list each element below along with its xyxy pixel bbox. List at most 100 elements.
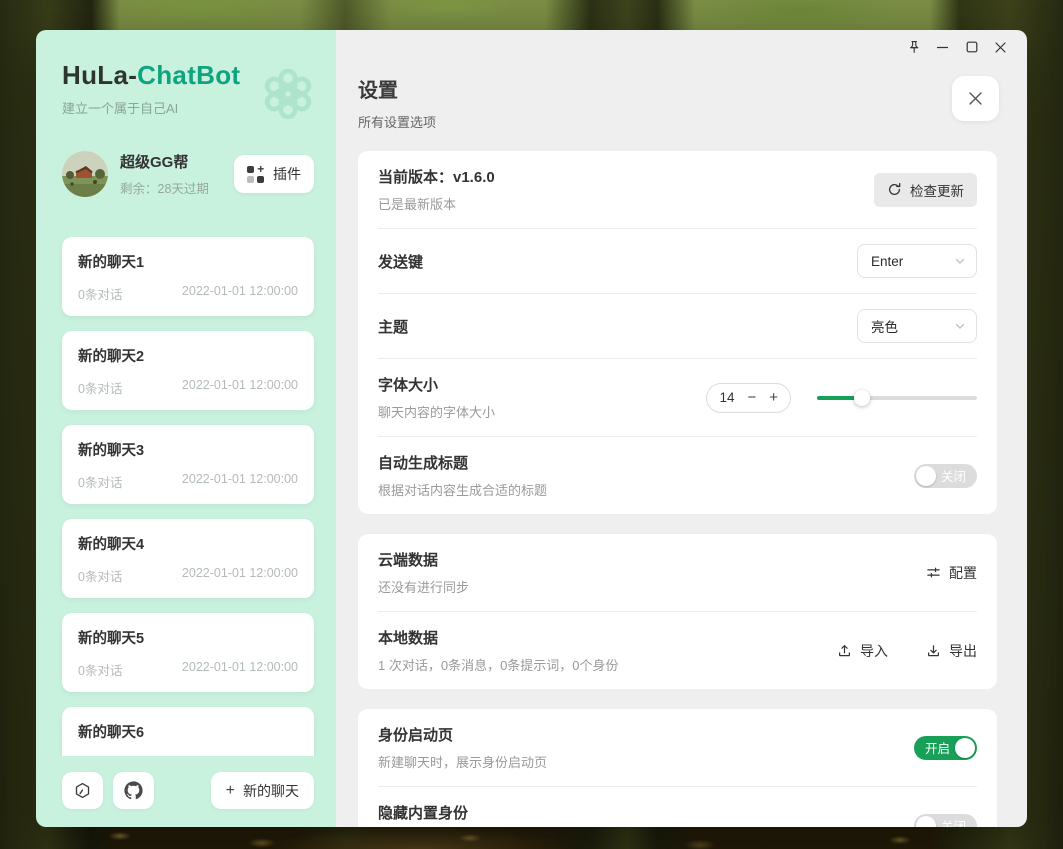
chat-count: 0条对话 [78,660,122,679]
new-chat-button[interactable]: + 新的聊天 [211,772,314,809]
cloud-config-button[interactable]: 配置 [926,563,977,583]
chat-title: 新的聊天2 [78,345,298,366]
row-cloud-data: 云端数据 还没有进行同步 配置 [378,534,977,611]
row-send-key: 发送键 Enter [378,228,977,293]
local-data-title: 本地数据 [378,627,619,648]
auto-title-toggle[interactable]: 关闭 [914,464,977,488]
chat-list-item[interactable]: 新的聊天4 0条对话 2022-01-01 12:00:00 [62,519,314,598]
cloud-config-label: 配置 [949,563,977,583]
settings-card-general: 当前版本：v1.6.0 已是最新版本 检查更新 发送键 Enter [358,151,997,514]
toggle-handle [916,816,936,828]
chat-count: 0条对话 [78,566,122,585]
chat-title: 新的聊天1 [78,251,298,272]
send-key-value: Enter [871,254,903,269]
sidebar-header: HuLa-ChatBot 建立一个属于自己AI [36,30,336,117]
check-update-label: 检查更新 [910,180,964,200]
maximize-icon [966,41,978,53]
chat-time: 2022-01-01 12:00:00 [182,472,298,491]
app-title-accent: ChatBot [137,60,240,90]
toggle-handle [955,738,975,758]
row-hide-builtin: 隐藏内置身份 在所有身份列表中隐藏内置身份 关闭 [378,786,977,827]
font-size-decrease-button[interactable]: − [747,390,756,405]
theme-value: 亮色 [871,316,898,336]
sidebar: HuLa-ChatBot 建立一个属于自己AI [36,30,336,827]
font-size-subtitle: 聊天内容的字体大小 [378,402,495,421]
export-button[interactable]: 导出 [926,641,977,661]
theme-select[interactable]: 亮色 [857,309,977,343]
chat-list-item[interactable]: 新的聊天2 0条对话 2022-01-01 12:00:00 [62,331,314,410]
close-icon [994,41,1007,54]
download-icon [926,643,941,658]
tune-icon [926,565,941,580]
openai-logo-icon [260,66,316,122]
theme-label: 主题 [378,316,408,337]
avatar[interactable] [62,151,108,197]
send-key-select[interactable]: Enter [857,244,977,278]
chat-count: 0条对话 [78,472,122,491]
app-window: HuLa-ChatBot 建立一个属于自己AI [36,30,1027,827]
user-profile: 超级GG帮 剩余：28天过期 + 插件 [62,151,314,197]
hexagon-slash-icon [73,781,92,800]
refresh-icon [887,182,902,197]
chat-list-item[interactable]: 新的聊天6 0条对话2022-01-01 12:00:00 [62,707,314,756]
chat-title: 新的聊天6 [78,721,298,742]
minimize-button[interactable] [928,33,957,61]
hide-builtin-toggle[interactable]: 关闭 [914,814,977,828]
font-size-slider[interactable] [817,396,977,400]
mask-splash-toggle[interactable]: 开启 [914,736,977,760]
plugin-button-label: 插件 [273,164,301,184]
new-chat-label: 新的聊天 [243,781,299,801]
chat-time: 2022-01-01 12:00:00 [182,566,298,585]
hide-builtin-title: 隐藏内置身份 [378,802,560,823]
settings-content: 当前版本：v1.6.0 已是最新版本 检查更新 发送键 Enter [336,149,1027,827]
window-close-button[interactable] [986,33,1015,61]
row-local-data: 本地数据 1 次对话，0条消息，0条提示词，0个身份 导入 [378,611,977,689]
import-button[interactable]: 导入 [837,641,888,661]
chat-count: 0条对话 [78,378,122,397]
minimize-icon [936,41,949,54]
font-size-value: 14 [719,390,734,405]
chat-list-item[interactable]: 新的聊天1 0条对话2022-01-01 12:00:00 [62,237,314,316]
chat-time: 2022-01-01 12:00:00 [182,284,298,303]
row-version: 当前版本：v1.6.0 已是最新版本 检查更新 [378,151,977,228]
close-icon [967,90,984,107]
pin-icon [907,40,921,54]
app-title-primary: HuLa- [62,60,137,90]
theme-hexagon-button[interactable] [62,772,103,809]
toggle-label: 开启 [925,738,950,757]
profile-info: 超级GG帮 剩余：28天过期 [120,151,234,197]
maximize-button[interactable] [957,33,986,61]
local-data-subtitle: 1 次对话，0条消息，0条提示词，0个身份 [378,655,619,674]
settings-card-data: 云端数据 还没有进行同步 配置 本地数据 1 次对话，0条消息，0条 [358,534,997,689]
chat-list: 新的聊天1 0条对话2022-01-01 12:00:00 新的聊天2 0条对话… [36,237,336,756]
profile-name: 超级GG帮 [120,151,234,172]
row-font-size: 字体大小 聊天内容的字体大小 14 − + [378,358,977,436]
slider-thumb[interactable] [854,390,870,406]
settings-close-button[interactable] [952,76,999,121]
chat-list-item[interactable]: 新的聊天3 0条对话2022-01-01 12:00:00 [62,425,314,504]
chat-list-item[interactable]: 新的聊天5 0条对话2022-01-01 12:00:00 [62,613,314,692]
row-theme: 主题 亮色 [378,293,977,358]
cloud-data-subtitle: 还没有进行同步 [378,577,469,596]
pin-button[interactable] [899,33,928,61]
toggle-label: 关闭 [941,466,966,485]
chat-time: 2022-01-01 12:00:00 [182,378,298,397]
row-mask-splash: 身份启动页 新建聊天时，展示身份启动页 开启 [378,709,977,786]
font-size-stepper: 14 − + [706,383,791,413]
page-title: 设置 [358,74,436,103]
import-label: 导入 [860,641,888,661]
toggle-label: 关闭 [941,816,966,827]
chat-title: 新的聊天4 [78,533,298,554]
github-button[interactable] [113,772,154,809]
check-update-button[interactable]: 检查更新 [874,173,977,207]
font-size-increase-button[interactable]: + [769,390,778,405]
sidebar-footer: + 新的聊天 [36,756,336,827]
plugin-button[interactable]: + 插件 [234,155,314,193]
mask-splash-title: 身份启动页 [378,724,547,745]
github-icon [124,781,143,800]
version-title: 当前版本：v1.6.0 [378,166,495,187]
plugin-grid-icon: + [247,166,264,183]
send-key-label: 发送键 [378,251,423,272]
upload-icon [837,643,852,658]
row-auto-title: 自动生成标题 根据对话内容生成合适的标题 关闭 [378,436,977,514]
